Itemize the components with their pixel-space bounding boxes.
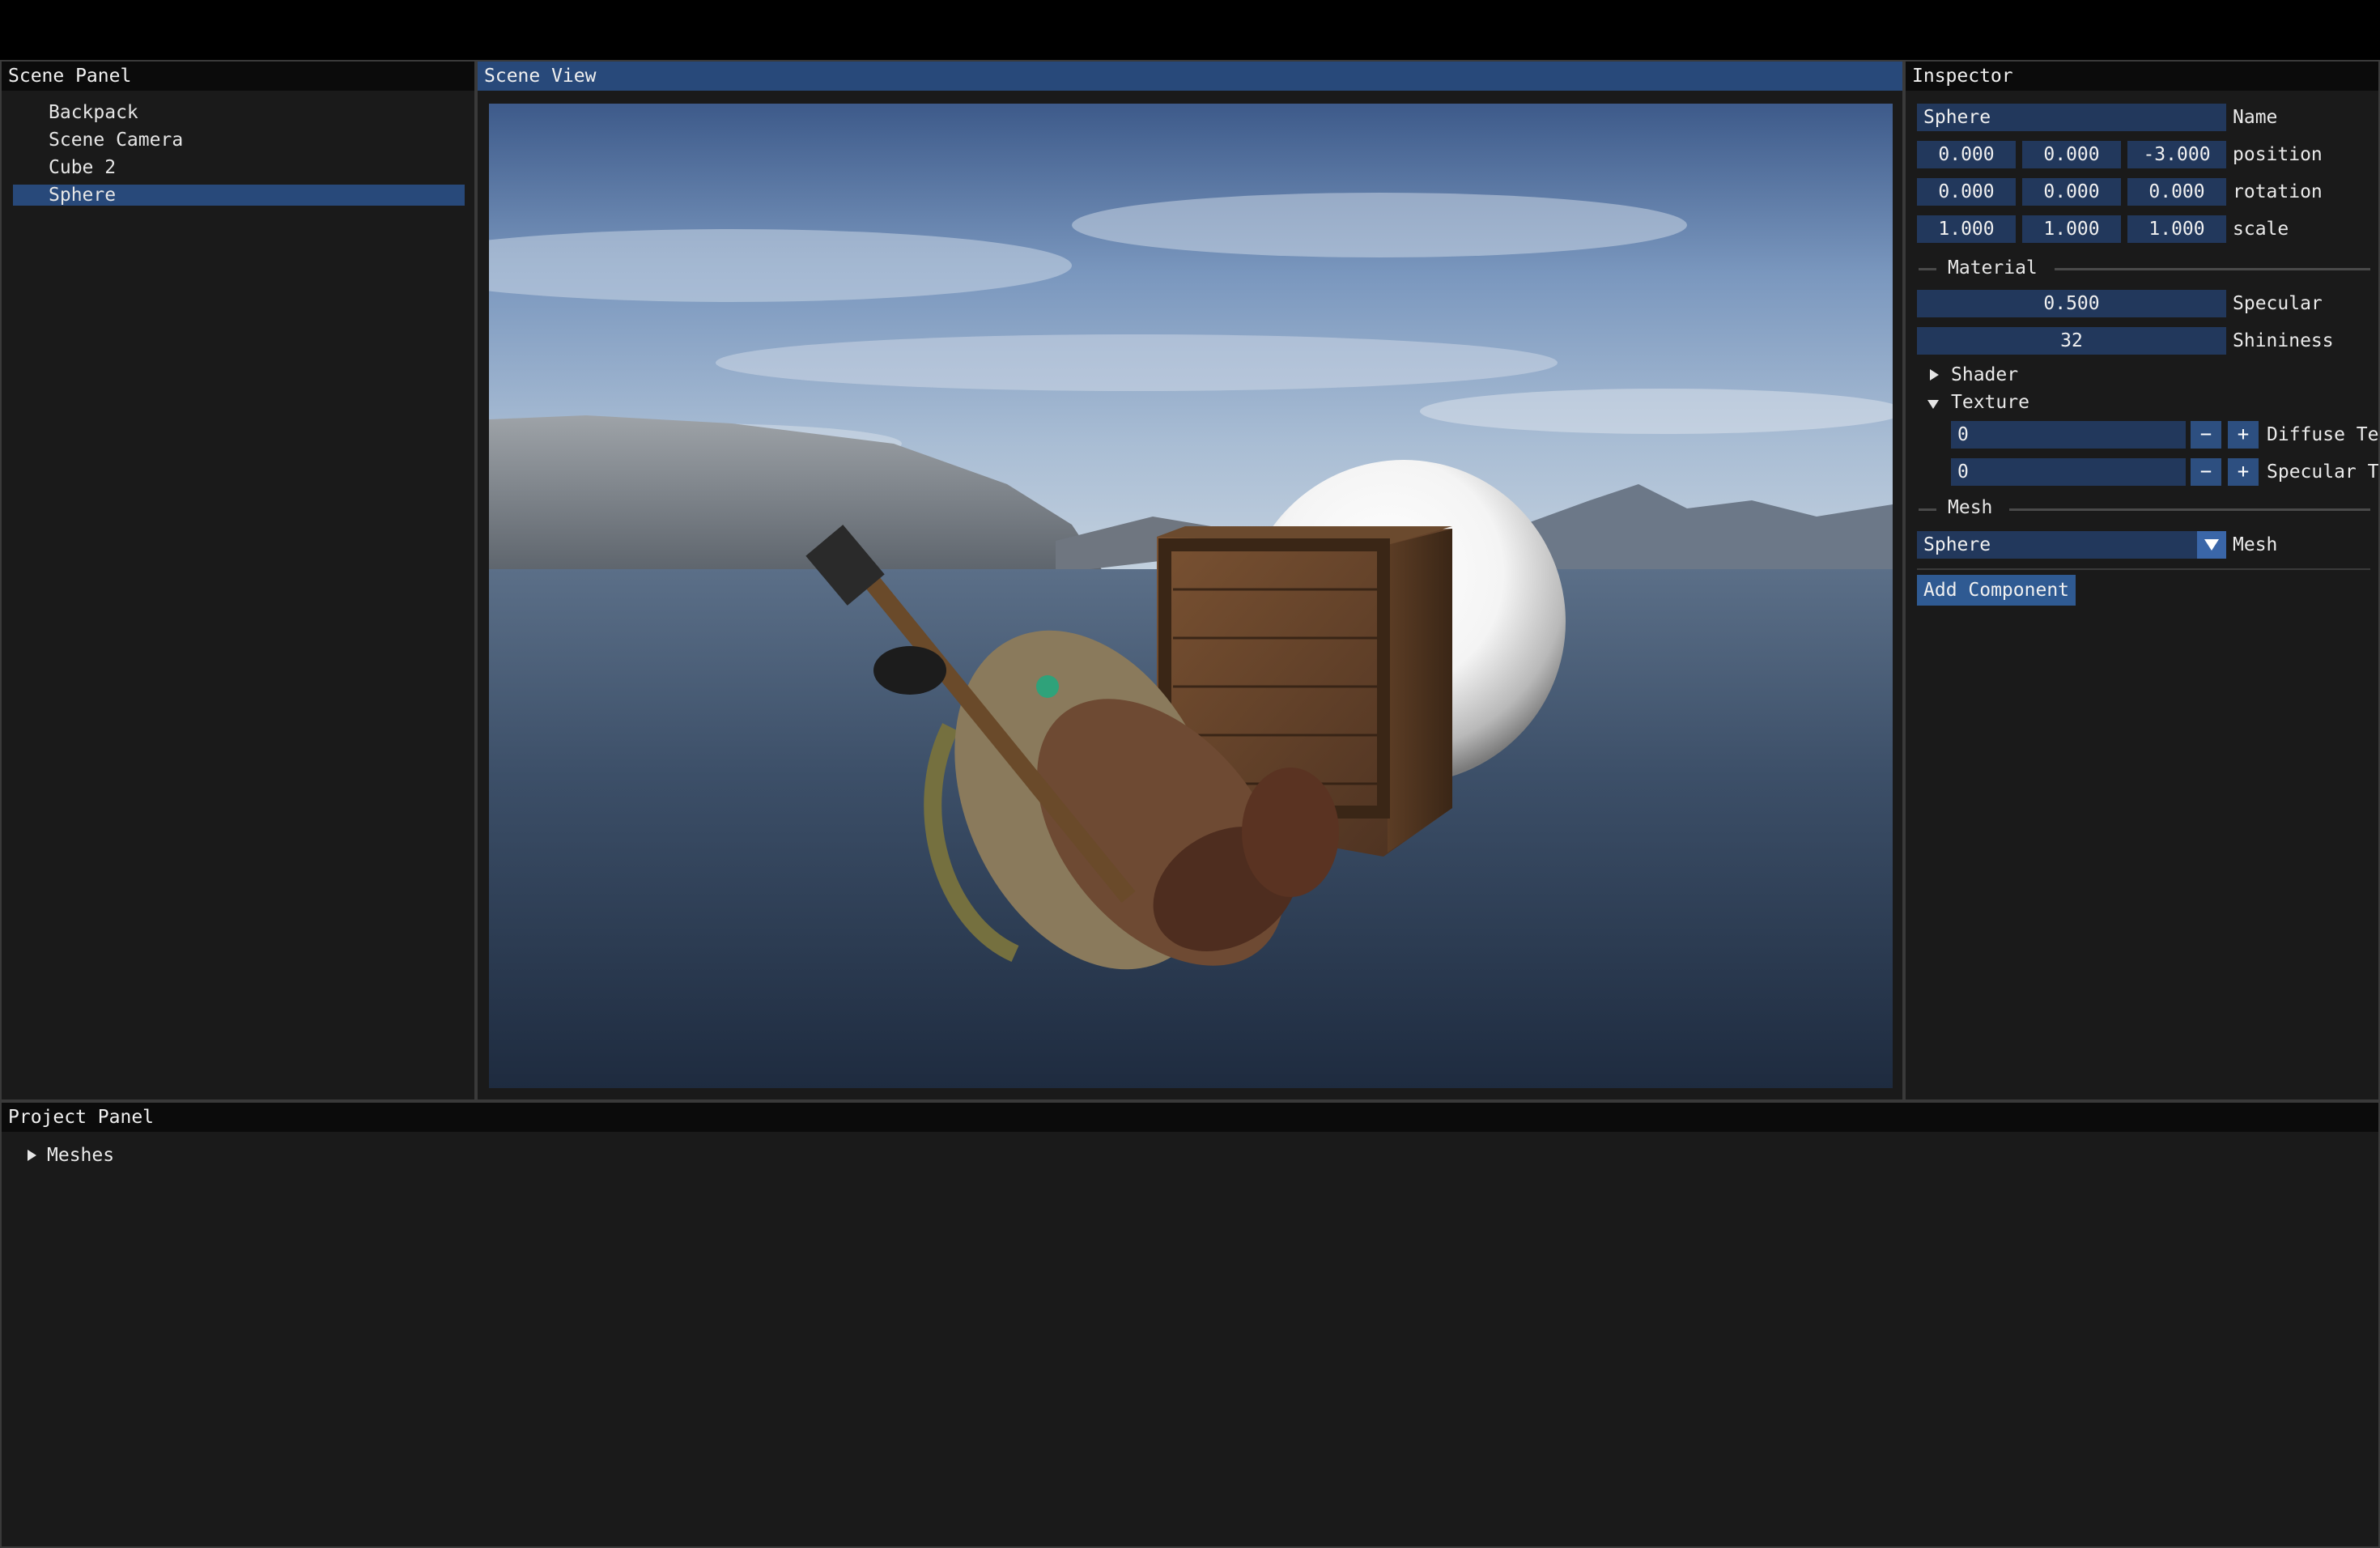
scale-x-input[interactable]: 1.000: [1917, 215, 2016, 243]
inspector-title: Inspector: [1906, 62, 2378, 91]
texture-tree-node[interactable]: Texture: [1951, 389, 2029, 416]
mesh-dropdown-button[interactable]: [2197, 531, 2226, 559]
scene-view-title: Scene View: [478, 62, 1902, 91]
rotation-y-input[interactable]: 0.000: [2022, 178, 2121, 206]
scene-item-cube-2[interactable]: Cube 2: [13, 157, 465, 178]
name-label: Name: [2233, 107, 2278, 128]
specular-texture-label: Specular T: [2267, 461, 2379, 483]
project-panel-title: Project Panel: [2, 1103, 2378, 1132]
specular-texture-decrement-button[interactable]: −: [2191, 458, 2221, 486]
mesh-header: Mesh: [1948, 497, 1993, 518]
rotation-x-input[interactable]: 0.000: [1917, 178, 2016, 206]
mesh-label: Mesh: [2233, 534, 2278, 555]
scale-z-input[interactable]: 1.000: [2127, 215, 2226, 243]
mesh-separator-right: [2009, 508, 2370, 511]
add-component-button[interactable]: Add Component: [1917, 575, 2076, 606]
position-label: position: [2233, 144, 2323, 165]
mesh-select[interactable]: Sphere: [1917, 531, 2197, 559]
rotation-z-input[interactable]: 0.000: [2127, 178, 2226, 206]
scene-render: [489, 104, 1893, 1088]
chevron-right-icon[interactable]: [1928, 369, 1940, 381]
material-separator-left: [1919, 268, 1936, 270]
position-z-input[interactable]: -3.000: [2127, 141, 2226, 168]
material-separator-right: [2055, 268, 2370, 270]
diffuse-texture-input[interactable]: 0: [1951, 421, 2186, 449]
scene-view-panel: Scene View: [476, 60, 1904, 1101]
specular-texture-input[interactable]: 0: [1951, 458, 2186, 486]
name-input[interactable]: Sphere: [1917, 104, 2226, 131]
chevron-down-icon: [2204, 539, 2219, 551]
scene-item-scene-camera[interactable]: Scene Camera: [13, 130, 465, 151]
chevron-right-icon[interactable]: [26, 1150, 37, 1161]
specular-texture-increment-button[interactable]: +: [2228, 458, 2259, 486]
scale-y-input[interactable]: 1.000: [2022, 215, 2121, 243]
position-y-input[interactable]: 0.000: [2022, 141, 2121, 168]
scale-label: scale: [2233, 219, 2289, 240]
rotation-label: rotation: [2233, 181, 2323, 202]
diffuse-increment-button[interactable]: +: [2228, 421, 2259, 449]
position-x-input[interactable]: 0.000: [1917, 141, 2016, 168]
shininess-input[interactable]: 32: [1917, 327, 2226, 355]
mesh-separator-left: [1919, 508, 1936, 511]
material-header: Material: [1948, 257, 2038, 279]
scene-viewport[interactable]: [489, 104, 1893, 1088]
specular-input[interactable]: 0.500: [1917, 290, 2226, 317]
shader-tree-node[interactable]: Shader: [1951, 361, 2018, 389]
diffuse-decrement-button[interactable]: −: [2191, 421, 2221, 449]
inspector-panel: Inspector Sphere Name 0.000 0.000 -3.000…: [1904, 60, 2380, 1101]
scene-item-backpack[interactable]: Backpack: [13, 102, 465, 123]
diffuse-texture-label: Diffuse Te: [2267, 424, 2379, 445]
scene-item-sphere[interactable]: Sphere: [13, 185, 465, 206]
project-panel: Project Panel Meshes: [0, 1101, 2380, 1548]
scene-panel: Scene Panel Backpack Scene Camera Cube 2…: [0, 60, 476, 1101]
specular-label: Specular: [2233, 293, 2323, 314]
scene-panel-title: Scene Panel: [2, 62, 474, 91]
mesh-bottom-divider: [1917, 568, 2370, 570]
chevron-down-icon[interactable]: [1927, 398, 1939, 410]
project-item-meshes[interactable]: Meshes: [47, 1142, 114, 1169]
shininess-label: Shininess: [2233, 330, 2334, 351]
